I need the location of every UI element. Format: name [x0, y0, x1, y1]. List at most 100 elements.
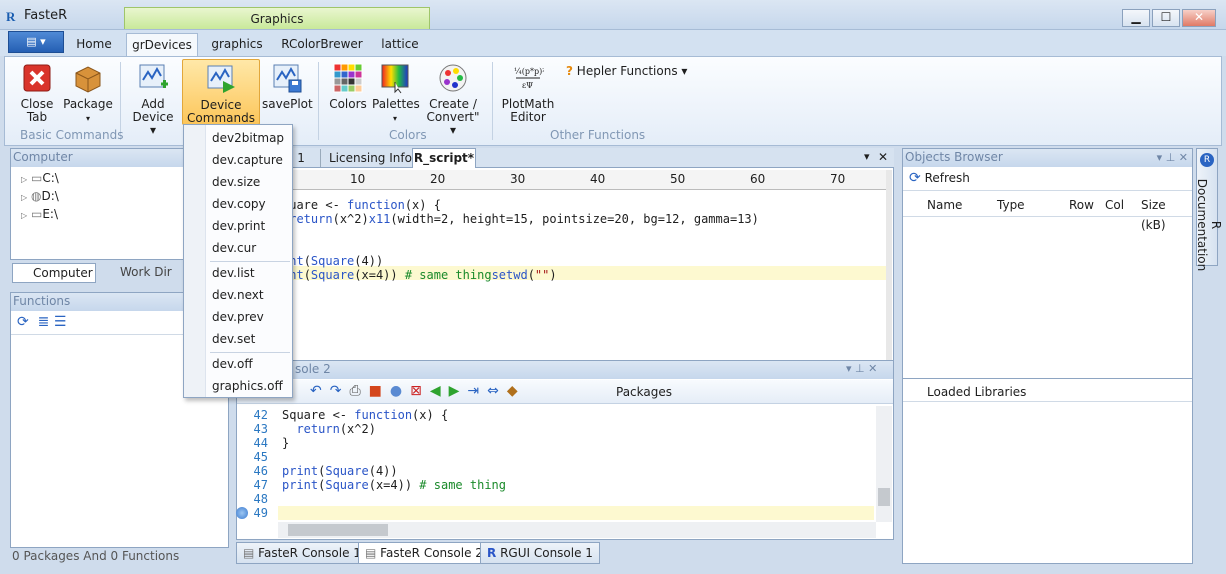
- menu-item-dev-set[interactable]: dev.set: [212, 332, 255, 346]
- objects-browser-panel: Objects Browser ▾ ⊥ ✕ ⟳ Refresh Name Type…: [902, 148, 1193, 564]
- print-icon[interactable]: ⎙: [349, 383, 368, 399]
- close-button[interactable]: ✕: [1182, 9, 1216, 27]
- menu-item-graphics-off[interactable]: graphics.off: [212, 379, 283, 393]
- back-icon[interactable]: ◀: [430, 383, 449, 399]
- step-icon[interactable]: ⇥: [467, 383, 487, 399]
- palettes-label: Palettes: [372, 97, 420, 111]
- plotmath-editor-button[interactable]: ¼(p*p)² εΨ PlotMath Editor: [500, 62, 556, 124]
- save-plot-label: savePlot: [262, 97, 313, 111]
- console-current-line: [278, 506, 874, 520]
- ruler-60: 60: [750, 172, 766, 186]
- tab-lattice[interactable]: lattice: [374, 33, 426, 57]
- undo-icon[interactable]: ↶: [310, 383, 330, 399]
- menu-item-dev-list[interactable]: dev.list: [212, 266, 255, 280]
- package-icon: [75, 66, 101, 93]
- tab-graphics[interactable]: graphics: [206, 33, 268, 57]
- packages-label[interactable]: Packages: [616, 385, 672, 399]
- color-wheel-icon: [439, 64, 467, 92]
- console-h-thumb[interactable]: [288, 524, 388, 536]
- application-menu-button[interactable]: ▤ ▾: [8, 31, 64, 53]
- create-convert-button[interactable]: Create / Convert" ▾: [422, 62, 484, 137]
- ruler: [240, 170, 886, 190]
- col-name[interactable]: Name: [927, 195, 997, 216]
- export-icon[interactable]: ■: [369, 383, 390, 399]
- menu-item-dev-prev[interactable]: dev.prev: [212, 310, 264, 324]
- console-pin-icon[interactable]: ▾ ⊥ ✕: [846, 362, 877, 375]
- cd-drive-icon: ◍: [30, 189, 42, 203]
- breakpoint-marker: [236, 507, 248, 519]
- menu-item-dev-off[interactable]: dev.off: [212, 357, 253, 371]
- palettes-icon: [381, 64, 409, 94]
- fit-icon[interactable]: ⇔: [487, 383, 507, 399]
- tab-home[interactable]: Home: [70, 33, 118, 57]
- tab-faster-console-2[interactable]: ▤ FasteR Console 2: [358, 542, 490, 564]
- r-documentation-tab[interactable]: R R Documentation: [1195, 148, 1223, 271]
- refresh-icon: ⟳: [909, 170, 921, 186]
- editor-code[interactable]: quare <- function(x) { return(x^2)x11(wi…: [282, 198, 759, 282]
- colors-button[interactable]: Colors: [326, 62, 370, 111]
- tab-work-dir[interactable]: Work Dir: [98, 263, 178, 283]
- menu-item-dev-print[interactable]: dev.print: [212, 219, 265, 233]
- ruler-50: 50: [670, 172, 686, 186]
- device-commands-button[interactable]: Device Commands ▾: [182, 59, 260, 138]
- objects-browser-header: Objects Browser ▾ ⊥ ✕: [903, 149, 1192, 167]
- list-view-icon[interactable]: ≣: [38, 314, 50, 330]
- colors-grid-icon: [333, 63, 363, 93]
- package-label: Package: [63, 97, 113, 111]
- clear-icon[interactable]: ⊠: [410, 383, 430, 399]
- save-plot-button[interactable]: savePlot: [262, 62, 313, 111]
- group-label-colors: Colors: [389, 128, 427, 142]
- menu-item-dev-cur[interactable]: dev.cur: [212, 241, 256, 255]
- console-gutter: 42 43 44 45 46 47 48 49: [253, 408, 268, 520]
- refresh-functions-icon[interactable]: ⟳: [17, 314, 29, 330]
- plotmath-label: PlotMath Editor: [501, 97, 555, 124]
- menu-item-dev-size[interactable]: dev.size: [212, 175, 260, 189]
- col-row[interactable]: Row: [1069, 195, 1105, 216]
- maximize-button[interactable]: ☐: [1152, 9, 1180, 27]
- colors-label: Colors: [329, 97, 367, 111]
- group-label-basic: Basic Commands: [20, 128, 124, 142]
- editor-tab-r-script[interactable]: R_script*: [412, 148, 476, 168]
- refresh-button[interactable]: ⟳ Refresh: [903, 167, 1192, 191]
- record-icon[interactable]: ●: [390, 383, 410, 399]
- col-type[interactable]: Type: [997, 195, 1069, 216]
- tab-rcolorbrewer[interactable]: RColorBrewer: [278, 33, 366, 57]
- menu-item-dev-capture[interactable]: dev.capture: [212, 153, 283, 167]
- console-code[interactable]: Square <- function(x) { return(x^2) } pr…: [282, 408, 506, 492]
- editor-tab-licensing[interactable]: Licensing Info: [320, 149, 420, 167]
- col-size[interactable]: Size (kB): [1141, 195, 1191, 232]
- app-title: FasteR: [24, 8, 68, 23]
- packages-icon[interactable]: ◆: [507, 383, 526, 399]
- menu-item-dev-next[interactable]: dev.next: [212, 288, 264, 302]
- tab-computer[interactable]: Computer: [12, 263, 96, 283]
- menu-item-dev2bitmap[interactable]: dev2bitmap: [212, 131, 284, 145]
- menu-separator: [210, 352, 290, 353]
- close-tab-button[interactable]: Close Tab: [14, 62, 60, 124]
- plotmath-formula-icon: ¼(p*p)² εΨ: [514, 67, 544, 90]
- add-device-button[interactable]: Add Device ▾: [128, 62, 178, 137]
- ruler-40: 40: [590, 172, 606, 186]
- col-col[interactable]: Col: [1105, 195, 1141, 216]
- editor-close-icon[interactable]: ✕: [878, 150, 888, 164]
- menu-item-dev-copy[interactable]: dev.copy: [212, 197, 266, 211]
- add-device-icon: [139, 64, 168, 88]
- palettes-button[interactable]: Palettes ▾: [372, 62, 420, 125]
- tab-rgui-console-1[interactable]: R RGUI Console 1: [480, 542, 600, 564]
- package-button[interactable]: Package ▾: [62, 62, 114, 125]
- app-logo: R: [6, 9, 16, 24]
- helper-functions-button[interactable]: ? Hepler Functions ▾: [566, 64, 687, 78]
- minimize-button[interactable]: ▁: [1122, 9, 1150, 27]
- editor-menu-icon[interactable]: ▾: [864, 150, 870, 163]
- tree-view-icon[interactable]: ☰: [54, 314, 67, 330]
- play-icon[interactable]: ▶: [449, 383, 468, 399]
- console-v-thumb[interactable]: [878, 488, 890, 506]
- console-toolbar-icons[interactable]: ↶↷⎙■●⊠◀▶⇥⇔◆: [310, 383, 526, 399]
- context-tab-graphics[interactable]: Graphics: [124, 7, 430, 29]
- redo-icon[interactable]: ↷: [330, 383, 350, 399]
- objects-table-header: Name Type Row Col Size (kB): [903, 195, 1192, 232]
- help-icon: ?: [566, 64, 573, 78]
- tab-grdevices[interactable]: grDevices: [126, 33, 198, 57]
- tab-faster-console-1[interactable]: ▤ FasteR Console 1: [236, 542, 368, 564]
- menu-separator: [210, 261, 290, 262]
- editor-scrollbar[interactable]: [886, 170, 892, 366]
